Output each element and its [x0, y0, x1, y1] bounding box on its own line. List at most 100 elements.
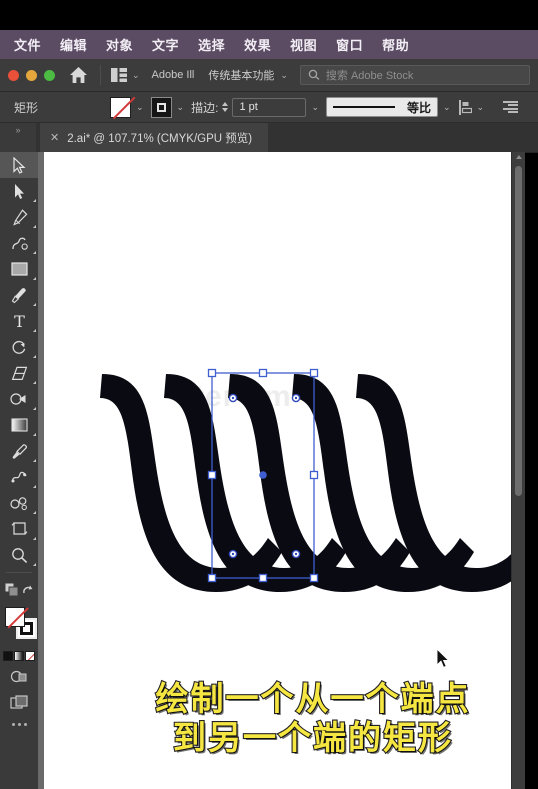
document-tab-bar: » ✕ 2.ai* @ 107.71% (CMYK/GPU 预览) — [0, 123, 538, 153]
rotate-tool[interactable] — [0, 334, 38, 360]
stroke-chevron-down-icon[interactable]: ⌄ — [177, 102, 185, 113]
rectangle-tool[interactable] — [0, 256, 38, 282]
menu-file[interactable]: 文件 — [14, 35, 41, 54]
drawing-mode-icon[interactable] — [0, 663, 38, 689]
edit-toolbar-icon[interactable] — [0, 715, 38, 733]
eyedropper-tool[interactable] — [0, 438, 38, 464]
stroke-profile-select[interactable]: 等比 — [325, 97, 438, 117]
top-black-bar — [0, 0, 538, 30]
home-icon[interactable] — [68, 65, 88, 85]
center-point — [259, 471, 267, 479]
stroke-weight-chevron-down-icon[interactable]: ⌄ — [311, 102, 319, 113]
screen-mode-icon[interactable] — [0, 689, 38, 715]
tool-expand-triangle-icon[interactable] — [33, 199, 36, 202]
stroke-profile-chevron-down-icon[interactable]: ⌄ — [443, 102, 451, 113]
none-button[interactable] — [25, 651, 35, 661]
direct-selection-tool[interactable] — [0, 178, 38, 204]
tool-expand-triangle-icon[interactable] — [33, 225, 36, 228]
tool-expand-triangle-icon[interactable] — [33, 433, 36, 436]
eraser-tool[interactable] — [0, 360, 38, 386]
tool-expand-triangle-icon[interactable] — [33, 407, 36, 410]
tool-expand-triangle-icon[interactable] — [33, 355, 36, 358]
workspace-chevron-down-icon[interactable]: ⌄ — [280, 70, 288, 81]
stepper-down-icon[interactable] — [222, 108, 229, 112]
color-mode-buttons — [0, 649, 38, 663]
stroke-weight-input[interactable]: 1 pt — [232, 97, 307, 117]
tool-expand-triangle-icon[interactable] — [33, 537, 36, 540]
minimize-window-button[interactable] — [26, 69, 37, 81]
application-bar: ⌄ Adobe Ill 传统基本功能 ⌄ 搜索 Adobe Stock — [0, 59, 538, 92]
align-chevron-down-icon[interactable]: ⌄ — [477, 102, 485, 113]
arrange-chevron-down-icon[interactable]: ⌄ — [132, 70, 140, 81]
tool-expand-triangle-icon[interactable] — [33, 485, 36, 488]
fill-color-swatch[interactable] — [5, 607, 29, 629]
tool-expand-triangle-icon[interactable] — [33, 251, 36, 254]
zoom-tool[interactable] — [0, 542, 38, 568]
artboard[interactable]: ter om — [44, 152, 514, 789]
menu-window[interactable]: 窗口 — [336, 35, 363, 54]
stroke-weight-label: 描边: — [191, 100, 219, 115]
type-tool[interactable]: T — [0, 308, 38, 334]
tool-expand-triangle-icon[interactable] — [33, 563, 36, 566]
menu-effect[interactable]: 效果 — [244, 35, 271, 54]
gradient-tool[interactable] — [0, 412, 38, 438]
tool-expand-triangle-icon[interactable] — [33, 303, 36, 306]
color-button[interactable] — [3, 651, 13, 661]
tools-divider — [6, 572, 32, 573]
menu-type[interactable]: 文字 — [152, 35, 179, 54]
menu-help[interactable]: 帮助 — [382, 35, 409, 54]
stroke-weight-stepper[interactable] — [222, 102, 229, 112]
stock-search-input[interactable]: 搜索 Adobe Stock — [299, 65, 530, 85]
vertical-scrollbar[interactable] — [511, 152, 525, 789]
more-options-icon[interactable] — [503, 100, 519, 114]
blend-tool[interactable] — [0, 464, 38, 490]
menu-select[interactable]: 选择 — [198, 35, 225, 54]
svg-text:T: T — [14, 313, 25, 329]
maximize-window-button[interactable] — [44, 69, 55, 81]
panel-collapse-button[interactable]: » — [0, 123, 36, 152]
stepper-up-icon[interactable] — [222, 102, 229, 106]
symbol-sprayer-tool[interactable] — [0, 490, 38, 516]
appbar-divider-1 — [100, 65, 101, 85]
anchor-point-dot — [231, 396, 235, 400]
stroke-swatch-button[interactable] — [150, 96, 172, 118]
fill-stroke-indicator — [0, 605, 38, 649]
align-icon[interactable] — [458, 99, 472, 115]
tool-expand-triangle-icon[interactable] — [33, 511, 36, 514]
brand-label: Adobe Ill — [151, 69, 195, 81]
close-window-button[interactable] — [8, 69, 19, 81]
stock-search-placeholder: 搜索 Adobe Stock — [325, 70, 414, 82]
close-icon[interactable]: ✕ — [50, 131, 59, 144]
paintbrush-tool[interactable] — [0, 282, 38, 308]
window-controls — [8, 69, 55, 81]
search-icon — [308, 69, 320, 80]
anchor-point-dot — [294, 552, 298, 556]
scroll-up-arrow-icon[interactable] — [515, 155, 522, 159]
tool-expand-triangle-icon[interactable] — [33, 329, 36, 332]
canvas-area[interactable]: ter om — [38, 152, 525, 789]
gradient-button[interactable] — [14, 651, 24, 661]
tool-expand-triangle-icon[interactable] — [33, 459, 36, 462]
tool-expand-triangle-icon[interactable] — [33, 277, 36, 280]
artboard-tool[interactable] — [0, 516, 38, 542]
default-fill-stroke-icon[interactable] — [0, 577, 38, 603]
artwork-waves[interactable] — [44, 152, 514, 789]
menu-edit[interactable]: 编辑 — [60, 35, 87, 54]
anchor-point-dot — [294, 396, 298, 400]
anchor-point-dot — [231, 552, 235, 556]
fill-chevron-down-icon[interactable]: ⌄ — [136, 102, 144, 113]
mouse-cursor-icon — [436, 648, 450, 669]
workspace-selector-label[interactable]: 传统基本功能 — [208, 67, 274, 83]
menu-object[interactable]: 对象 — [106, 35, 133, 54]
fill-swatch-button[interactable] — [110, 96, 136, 119]
tool-expand-triangle-icon[interactable] — [33, 381, 36, 384]
scrollbar-thumb[interactable] — [515, 166, 522, 496]
selection-tool[interactable] — [0, 152, 38, 178]
document-tab[interactable]: ✕ 2.ai* @ 107.71% (CMYK/GPU 预览) — [40, 123, 269, 152]
menu-view[interactable]: 视图 — [290, 35, 317, 54]
arrange-documents-icon[interactable] — [111, 68, 127, 82]
curvature-tool[interactable] — [0, 230, 38, 256]
shape-builder-tool[interactable] — [0, 386, 38, 412]
pen-tool[interactable] — [0, 204, 38, 230]
no-fill-slash-icon — [112, 96, 136, 119]
